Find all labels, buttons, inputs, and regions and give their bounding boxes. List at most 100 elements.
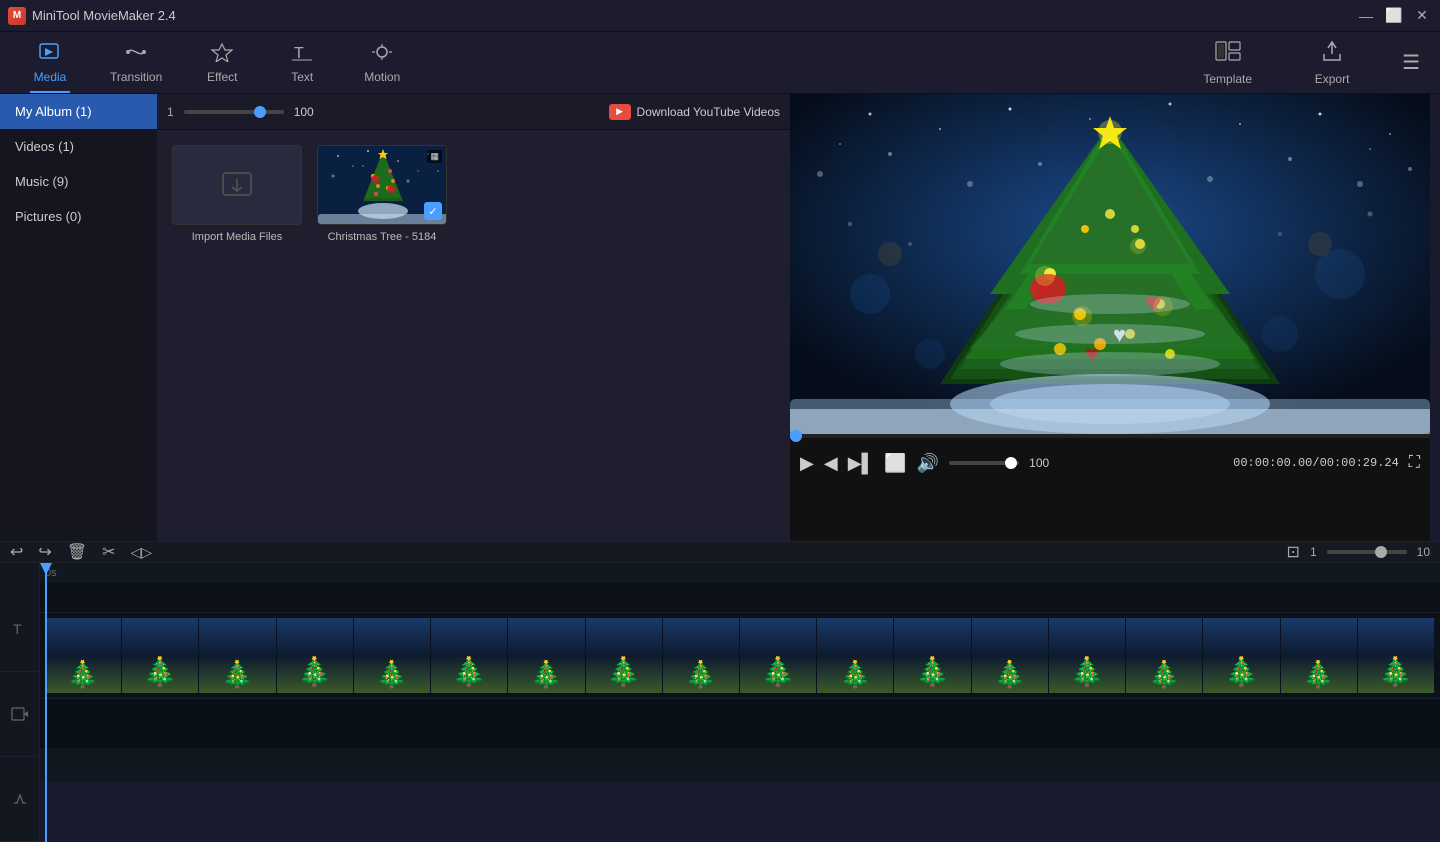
motion-label: Motion [364,70,400,84]
timeline-track-labels: T [0,563,40,842]
christmas-tree-item[interactable]: ▦ ✓ Christmas Tree - 5184 [317,145,447,526]
svg-text:T: T [13,621,22,637]
christmas-tree-thumb: ▦ ✓ [317,145,447,225]
maximize-button[interactable]: ⬜ [1384,6,1404,26]
cut-button[interactable]: ✂ [102,542,115,562]
frame-cell [122,618,199,693]
frame-strip [45,618,1435,693]
sidebar: My Album (1) Videos (1) Music (9) Pictur… [0,94,157,541]
left-panel: My Album (1) Videos (1) Music (9) Pictur… [0,94,790,541]
title-bar: M MiniTool MovieMaker 2.4 — ⬜ ✕ [0,0,1440,32]
timeline-content: T 0s [0,563,1440,842]
timeline-ruler: 0s [40,563,1440,583]
fit-button[interactable]: ⬜ [884,453,906,474]
split-button[interactable]: ◁▷ [131,544,153,561]
prev-frame-button[interactable]: ◀ [824,453,838,474]
template-label: Template [1203,72,1252,86]
delete-button[interactable]: 🗑 [67,542,87,562]
zoom-slider[interactable] [184,110,284,114]
redo-button[interactable]: ↪ [38,542,51,562]
timeline-zoom-max: 10 [1417,545,1430,559]
motion-icon [370,42,394,66]
frame-cell [354,618,431,693]
time-display: 00:00:00.00/00:00:29.24 [1233,456,1399,470]
toolbar-media[interactable]: Media [10,32,90,93]
zoom-label: 1 [167,105,174,119]
close-button[interactable]: ✕ [1412,6,1432,26]
transition-icon [124,42,148,66]
toolbar-template[interactable]: Template [1183,34,1272,92]
youtube-icon: ▶ [609,104,631,120]
download-youtube-button[interactable]: ▶ Download YouTube Videos [609,104,780,120]
transition-label: Transition [110,70,162,84]
timeline-zoom-slider[interactable] [1327,550,1407,554]
volume-icon: 🔊 [917,453,939,474]
frame-cell [1049,618,1126,693]
progress-dot [790,430,802,442]
export-icon [1320,40,1344,68]
effect-label: Effect [207,70,237,84]
next-frame-button[interactable]: ▶▌ [848,453,875,474]
frame-cell [894,618,971,693]
frame-cell [508,618,585,693]
title-bar-controls: — ⬜ ✕ [1356,6,1432,26]
frame-cell [817,618,894,693]
timeline-zoom-thumb [1375,546,1387,558]
media-selected-check: ✓ [424,202,442,220]
text-track-label: T [0,587,39,672]
video-filmstrip [45,618,1435,693]
timeline-tracks: 0s [40,563,1440,842]
toolbar-export[interactable]: Export [1292,34,1372,92]
volume-thumb [1005,457,1017,469]
template-icon [1214,40,1242,68]
left-inner: My Album (1) Videos (1) Music (9) Pictur… [0,94,790,541]
audio-track-label [0,757,39,842]
export-label: Export [1315,72,1350,86]
content-area: My Album (1) Videos (1) Music (9) Pictur… [0,94,1440,541]
media-toolbar: 1 100 ▶ Download YouTube Videos [157,94,790,130]
zoom-value: 100 [294,105,314,119]
download-yt-label: Download YouTube Videos [637,105,780,119]
sidebar-item-music[interactable]: Music (9) [0,164,157,199]
volume-value: 100 [1029,456,1049,470]
frame-cell [1126,618,1203,693]
svg-text:T: T [294,45,304,62]
toolbar-motion[interactable]: Motion [342,32,422,93]
preview-panel: ♥ ♥ ♥ ♥ [790,94,1430,541]
minimize-button[interactable]: — [1356,6,1376,26]
undo-button[interactable]: ↩ [10,542,23,562]
video-track-label [0,672,39,757]
volume-slider[interactable] [949,461,1019,465]
timeline-area: ↩ ↪ 🗑 ✂ ◁▷ ⊡ 1 10 T [0,541,1440,782]
preview-scene: ♥ ♥ ♥ ♥ [790,94,1430,434]
timeline-zoom-fit[interactable]: ⊡ [1287,542,1300,562]
frame-cell [972,618,1049,693]
play-button[interactable]: ▶ [800,453,814,474]
audio-track [40,698,1440,748]
sidebar-item-videos[interactable]: Videos (1) [0,129,157,164]
toolbar-text[interactable]: T Text [262,32,342,93]
video-track [40,613,1440,698]
timeline-zoom-min: 1 [1310,545,1317,559]
menu-button[interactable]: ☰ [1392,50,1430,75]
frame-cell [277,618,354,693]
import-label: Import Media Files [192,231,282,243]
frame-cell [1358,618,1435,693]
effect-icon [210,42,234,66]
import-media-item[interactable]: Import Media Files [172,145,302,526]
frame-cell [199,618,276,693]
toolbar-transition[interactable]: Transition [90,32,182,93]
fullscreen-button[interactable]: ⛶ [1409,454,1420,472]
app-logo: M [8,7,26,25]
preview-controls: ▶ ◀ ▶▌ ⬜ 🔊 100 00:00:00.00/00:00:29.24 ⛶ [790,438,1430,488]
frame-cell [45,618,122,693]
media-grid: Import Media Files [157,130,790,541]
sidebar-item-pictures[interactable]: Pictures (0) [0,199,157,234]
media-label: Media [34,70,67,84]
sidebar-item-my-album[interactable]: My Album (1) [0,94,157,129]
timeline-cursor[interactable] [45,563,47,842]
media-icon [38,42,62,66]
toolbar-effect[interactable]: Effect [182,32,262,93]
frame-cell [1203,618,1280,693]
preview-progress-bar[interactable] [790,434,1430,438]
